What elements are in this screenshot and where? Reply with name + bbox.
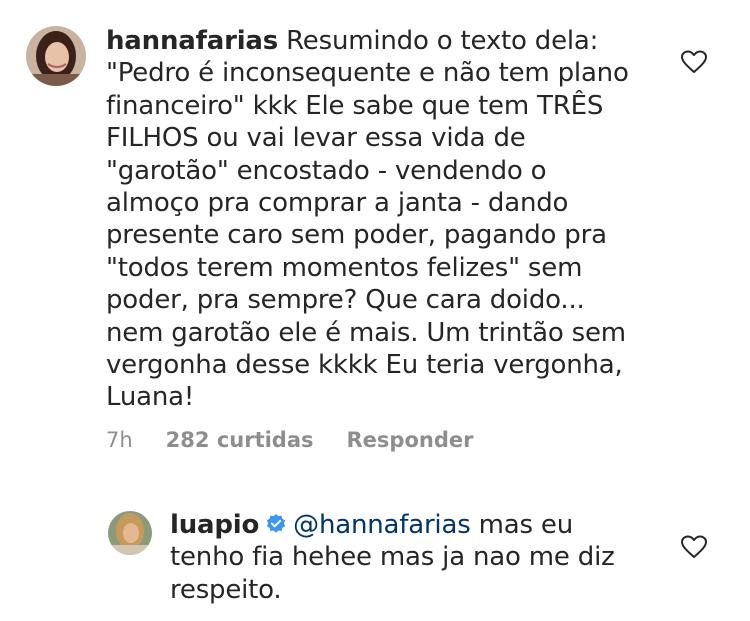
comment-line: FILHOS ou vai levar essa vida de	[106, 123, 526, 154]
heart-outline-icon[interactable]	[681, 535, 707, 559]
heart-outline-icon[interactable]	[681, 50, 707, 74]
comment-meta: 7h 282 curtidas Responder	[106, 426, 473, 454]
comment-line: "garotão" encostado - vendendo o	[106, 155, 547, 186]
comment-line: vergonha desse kkkk Eu teria vergonha,	[106, 350, 623, 381]
comment-line: tenho fia hehee mas ja nao me diz	[170, 542, 615, 573]
comment-username[interactable]: hannafarias	[106, 26, 278, 56]
avatar-hannafarias[interactable]	[26, 26, 86, 86]
comment-line: Luana!	[106, 382, 195, 413]
comment-line: presente caro sem poder, pagando pra	[106, 220, 607, 251]
verified-badge-icon	[267, 514, 286, 533]
avatar-image	[26, 26, 86, 86]
comment-body: hannafarias Resumindo o texto dela: "Pedr…	[106, 25, 706, 414]
comment-line: almoço pra comprar a janta - dando	[106, 188, 569, 219]
avatar-image	[108, 511, 152, 555]
comment-line: Resumindo o texto dela:	[286, 26, 599, 56]
comment-username[interactable]: luapio	[170, 510, 259, 540]
reply-body: luapio @hannafarias mas eu tenho fia hehee…	[170, 509, 710, 606]
comment-line: nem garotão ele é mais. Um trintão sem	[106, 317, 626, 348]
comment-line: respeito.	[170, 574, 282, 605]
likes-count[interactable]: 282 curtidas	[166, 428, 314, 452]
comment-line: "Pedro é inconsequente e não tem plano	[106, 58, 629, 89]
comment-line: "todos terem momentos felizes" sem	[106, 252, 583, 283]
comment-line: poder, pra sempre? Que cara doido...	[106, 285, 585, 316]
comment-line: mas eu	[478, 510, 574, 540]
reply-button[interactable]: Responder	[347, 428, 474, 452]
comment-line: financeiro" kkk Ele sabe que tem TRÊS	[106, 90, 604, 121]
mention-link[interactable]: @hannafarias	[293, 510, 471, 540]
avatar-luapio[interactable]	[108, 511, 152, 555]
comment-time: 7h	[106, 428, 133, 452]
